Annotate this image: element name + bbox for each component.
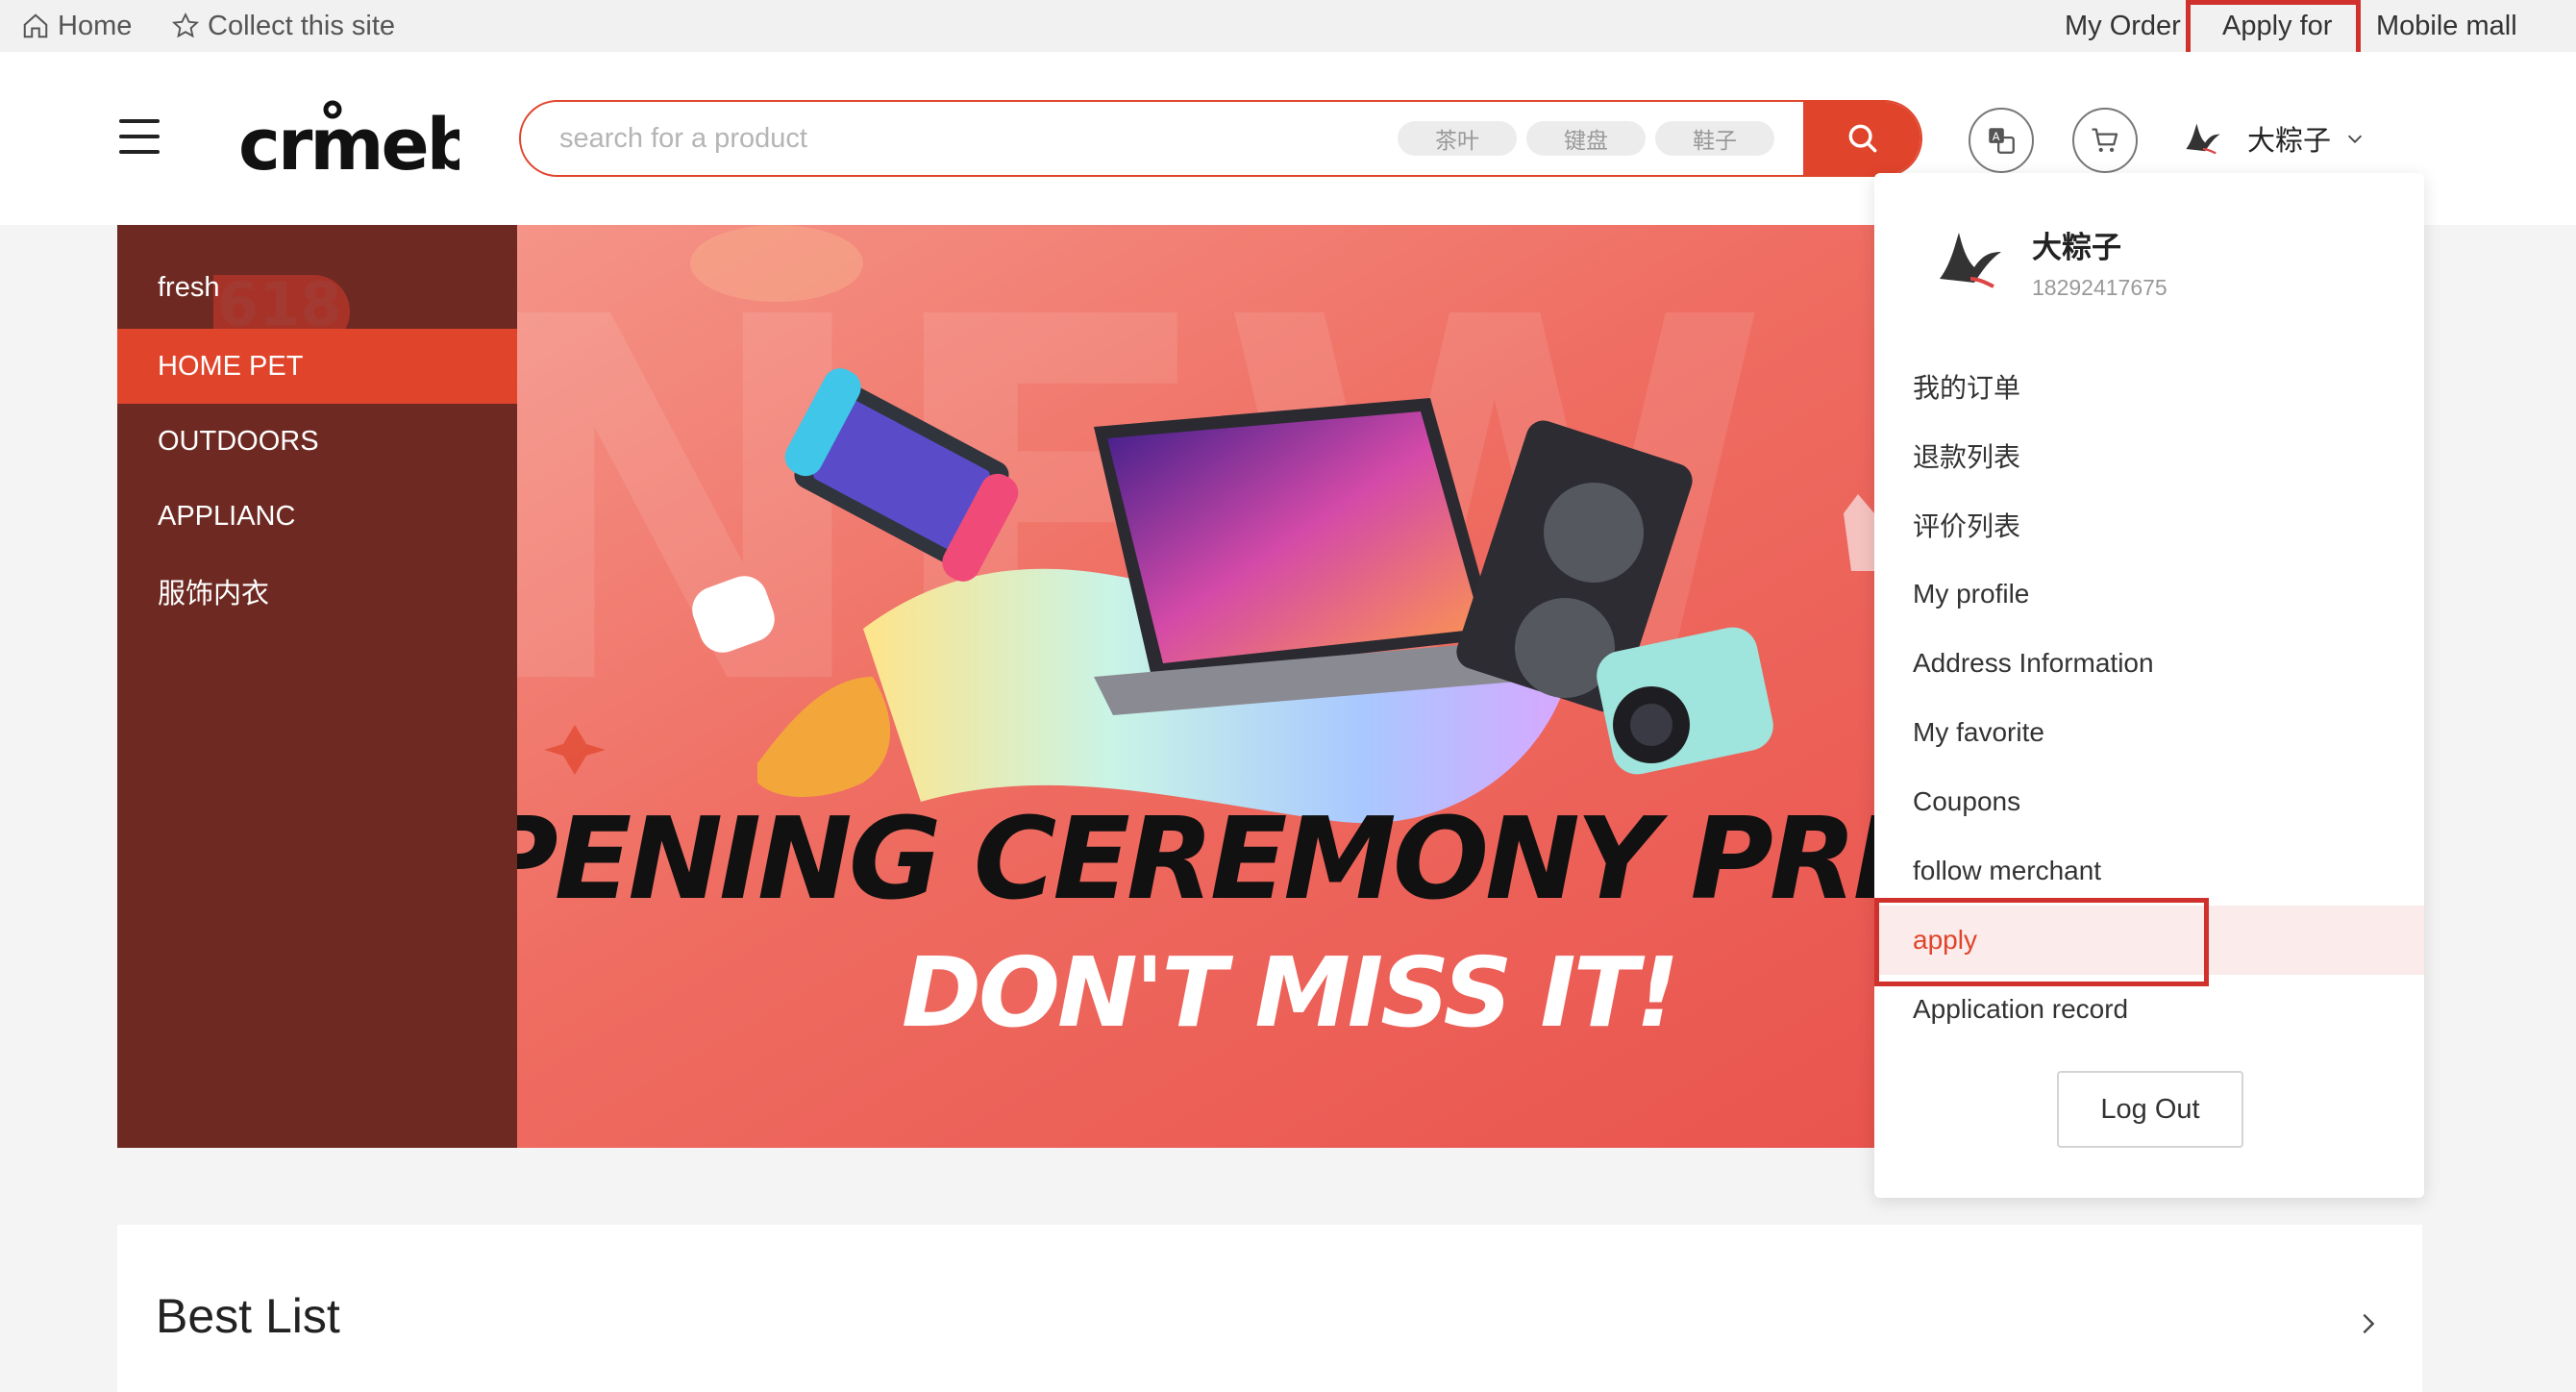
dropdown-item-refund-list[interactable]: 退款列表: [1874, 421, 2424, 490]
best-list-section: Best List: [117, 1225, 2422, 1392]
home-label: Home: [58, 10, 133, 41]
home-icon: [23, 13, 48, 38]
category-item-outdoors[interactable]: OUTDOORS: [117, 404, 517, 479]
star-icon: [171, 12, 200, 38]
best-list-title: Best List: [156, 1289, 340, 1343]
logout-button[interactable]: Log Out: [2057, 1071, 2243, 1148]
menu-icon[interactable]: [119, 119, 160, 154]
banner-headline: OPENING CEREMONY PRE-: [517, 792, 1874, 925]
search-tag[interactable]: 鞋子: [1655, 121, 1774, 156]
category-item-home-pet[interactable]: HOME PET: [117, 329, 517, 404]
category-item-applianc[interactable]: APPLIANC: [117, 479, 517, 554]
chevron-down-icon: [2347, 135, 2363, 143]
search-bar: 茶叶 键盘 鞋子: [519, 100, 1922, 177]
user-menu-trigger[interactable]: 大粽子: [2182, 110, 2365, 167]
dropdown-item-address-information[interactable]: Address Information: [1874, 629, 2424, 698]
category-nav: 618 fresh HOME PET OUTDOORS APPLIANC 服饰内…: [117, 225, 517, 1148]
chevron-right-icon[interactable]: [2355, 1307, 2382, 1340]
home-link[interactable]: Home: [21, 0, 132, 52]
user-name: 大粽子: [2247, 126, 2332, 157]
avatar: [2186, 123, 2220, 155]
dropdown-user-phone: 18292417675: [2032, 275, 2167, 300]
collect-link[interactable]: Collect this site: [171, 0, 395, 52]
logo[interactable]: crmeb: [238, 100, 478, 186]
my-order-link[interactable]: My Order: [2065, 0, 2181, 52]
search-tag[interactable]: 茶叶: [1398, 121, 1517, 156]
dropdown-item-review-list[interactable]: 评价列表: [1874, 490, 2424, 559]
search-button[interactable]: [1803, 102, 1920, 175]
user-dropdown: 大粽子 18292417675 我的订单 退款列表 评价列表 My profil…: [1874, 173, 2424, 1198]
apply-for-link[interactable]: Apply for: [2222, 0, 2332, 52]
banner-subline: DON'T MISS IT!: [902, 936, 1679, 1049]
svg-text:A: A: [1993, 130, 2000, 143]
promo-banner[interactable]: NEW OPENING CEREMONY PRE- DON'T MISS IT!: [517, 225, 1874, 1148]
translate-icon: A: [1989, 128, 2015, 154]
dropdown-item-my-favorite[interactable]: My favorite: [1874, 698, 2424, 767]
collect-label: Collect this site: [208, 10, 396, 41]
dropdown-item-follow-merchant[interactable]: follow merchant: [1874, 836, 2424, 906]
category-item-clothing[interactable]: 服饰内衣: [117, 554, 517, 629]
translate-button[interactable]: A: [1969, 108, 2034, 173]
cart-button[interactable]: [2072, 108, 2138, 173]
search-input[interactable]: [559, 102, 1328, 175]
dropdown-user-name: 大粽子: [2032, 231, 2121, 264]
avatar: [1940, 233, 2001, 288]
dropdown-item-apply[interactable]: apply: [1874, 906, 2424, 975]
dropdown-item-coupons[interactable]: Coupons: [1874, 767, 2424, 836]
dropdown-item-application-record[interactable]: Application record: [1874, 975, 2424, 1044]
search-icon: [1848, 124, 1877, 153]
mobile-mall-link[interactable]: Mobile mall: [2376, 0, 2517, 52]
cart-icon: [2092, 128, 2118, 153]
dropdown-item-my-profile[interactable]: My profile: [1874, 559, 2424, 629]
category-item-fresh[interactable]: fresh: [117, 250, 517, 325]
search-tag[interactable]: 键盘: [1526, 121, 1646, 156]
svg-text:crmeb: crmeb: [238, 104, 459, 177]
top-bar: Home Collect this site My Order Apply fo…: [0, 0, 2576, 52]
dropdown-item-my-orders[interactable]: 我的订单: [1874, 352, 2424, 421]
